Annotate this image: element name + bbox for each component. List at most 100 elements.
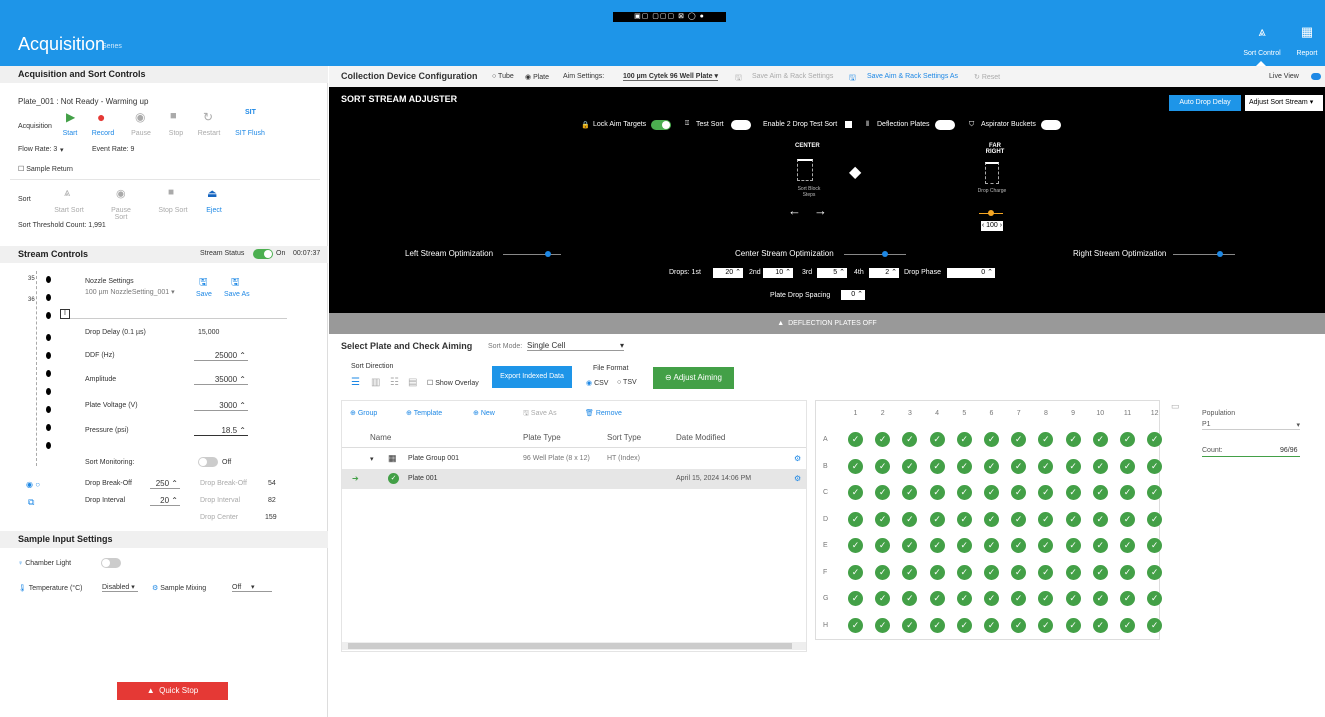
well-check-icon[interactable]: ✓ — [1092, 511, 1108, 527]
edit-icon[interactable]: ⧉ — [28, 497, 34, 508]
drop-3rd-input[interactable]: 5 ⌃ — [817, 268, 847, 278]
well-check-icon[interactable]: ✓ — [1120, 617, 1135, 633]
drop-breakoff-input[interactable]: 250 ⌃ — [150, 478, 180, 489]
well-check-icon[interactable]: ✓ — [984, 458, 999, 474]
right-stream-opt-slider[interactable] — [1173, 251, 1235, 257]
direction-rows-icon[interactable]: ☰ — [351, 377, 360, 388]
drop-4th-input[interactable]: 2 ⌃ — [869, 268, 899, 278]
right-stream-opt-knob[interactable] — [1217, 251, 1223, 257]
well-check-icon[interactable]: ✓ — [848, 564, 863, 580]
center-stream-opt-slider[interactable] — [844, 251, 906, 257]
save-aim-icon[interactable]: 🖫 — [735, 72, 742, 86]
drop-charge-value[interactable]: ‹ 100 › — [981, 221, 1003, 231]
save-aim-as-button[interactable]: Save Aim & Rack Settings As — [867, 73, 958, 80]
template-button[interactable]: ⊕ Template — [406, 409, 442, 417]
well-check-icon[interactable]: ✓ — [1038, 511, 1054, 527]
group-button[interactable]: ⊕ Group — [350, 409, 377, 417]
well-check-icon[interactable]: ✓ — [984, 432, 999, 447]
save-as-plate-button[interactable]: 🖫 Save As — [523, 409, 557, 420]
well-check-icon[interactable]: ✓ — [984, 511, 999, 527]
well-check-icon[interactable]: ✓ — [1092, 538, 1108, 553]
drop-2nd-input[interactable]: 10 ⌃ — [763, 268, 793, 278]
well-check-icon[interactable]: ✓ — [984, 564, 999, 580]
well-check-icon[interactable]: ✓ — [848, 538, 863, 553]
pause-sort-button[interactable]: Pause Sort — [104, 207, 138, 221]
pause-button[interactable]: Pause — [124, 130, 158, 137]
csv-radio[interactable]: ◉ CSV — [586, 379, 608, 387]
aim-settings-select[interactable]: 100 µm Cytek 96 Well Plate ▾ — [623, 72, 718, 81]
well-check-icon[interactable]: ✓ — [929, 564, 945, 580]
restart-icon[interactable]: ↻ — [203, 110, 213, 124]
flow-rate-chevron-icon[interactable]: ▾ — [60, 146, 64, 154]
arrow-right-icon[interactable]: → — [814, 203, 827, 218]
population-select[interactable]: P1 ▾ — [1202, 421, 1300, 430]
well-check-icon[interactable]: ✓ — [956, 432, 972, 447]
well-check-icon[interactable]: ✓ — [1011, 511, 1027, 527]
sort-monitoring-toggle[interactable] — [198, 457, 218, 467]
lock-aim-toggle[interactable] — [651, 120, 671, 130]
well-check-icon[interactable]: ✓ — [1011, 564, 1027, 580]
amplitude-input[interactable]: 35000 ⌃ — [194, 374, 248, 385]
well-check-icon[interactable]: ✓ — [956, 617, 972, 633]
horizontal-scrollbar[interactable] — [342, 642, 806, 650]
sit-flush-button[interactable]: SIT Flush — [233, 130, 267, 137]
folder-icon[interactable]: ▭ — [1171, 401, 1180, 412]
drop-interval-input[interactable]: 20 ⌃ — [150, 495, 180, 506]
well-check-icon[interactable]: ✓ — [1147, 511, 1163, 527]
well-check-icon[interactable]: ✓ — [1120, 564, 1135, 580]
plate-drop-spacing-input[interactable]: 0 ⌃ — [841, 290, 865, 300]
flow-rate[interactable]: Flow Rate: 3 — [18, 146, 57, 153]
col-header-name[interactable]: Name — [370, 433, 391, 442]
well-check-icon[interactable]: ✓ — [1038, 458, 1054, 474]
col-header-type[interactable]: Plate Type — [523, 433, 561, 442]
well-check-icon[interactable]: ✓ — [1120, 485, 1135, 500]
restart-button[interactable]: Restart — [192, 130, 226, 137]
save-icon[interactable]: 🖫 — [199, 275, 208, 292]
remove-button[interactable]: 🗑 Remove — [585, 409, 622, 417]
well-check-icon[interactable]: ✓ — [1038, 617, 1054, 633]
row-settings-icon[interactable]: ⚙ — [794, 474, 801, 483]
well-check-icon[interactable]: ✓ — [1038, 564, 1054, 580]
well-check-icon[interactable]: ✓ — [984, 617, 999, 633]
tube-radio[interactable]: ○ Tube — [492, 73, 514, 80]
tsv-radio[interactable]: ○ TSV — [617, 379, 637, 386]
well-check-icon[interactable]: ✓ — [1092, 432, 1108, 447]
direction-cols-icon[interactable]: ▥ — [371, 377, 380, 388]
pause-sort-icon[interactable]: ◉ — [116, 187, 126, 200]
well-check-icon[interactable]: ✓ — [984, 485, 999, 500]
chamber-light-toggle[interactable] — [101, 558, 121, 568]
well-check-icon[interactable]: ✓ — [1092, 485, 1108, 500]
quick-stop-button[interactable]: ▲ Quick Stop — [117, 682, 228, 700]
well-check-icon[interactable]: ✓ — [875, 458, 891, 474]
well-check-icon[interactable]: ✓ — [929, 617, 945, 633]
well-check-icon[interactable]: ✓ — [956, 564, 972, 580]
direction-snake-icon[interactable]: ☷ — [390, 377, 399, 388]
well-check-icon[interactable]: ✓ — [1065, 617, 1081, 633]
eject-button[interactable]: Eject — [197, 207, 231, 214]
stop-icon[interactable]: ■ — [170, 110, 177, 122]
export-indexed-button[interactable]: Export Indexed Data — [492, 366, 572, 388]
well-check-icon[interactable]: ✓ — [1065, 511, 1081, 527]
reset-button[interactable]: ↻ Reset — [974, 73, 1000, 81]
start-icon[interactable]: ▶ — [66, 110, 75, 124]
drop-phase-input[interactable]: 0 ⌃ — [947, 268, 995, 278]
well-check-icon[interactable]: ✓ — [956, 591, 972, 606]
well-check-icon[interactable]: ✓ — [848, 432, 863, 447]
well-check-icon[interactable]: ✓ — [1120, 591, 1135, 606]
well-check-icon[interactable]: ✓ — [1065, 432, 1081, 447]
well-check-icon[interactable]: ✓ — [984, 538, 999, 553]
well-check-icon[interactable]: ✓ — [1120, 458, 1135, 474]
save-aim-button[interactable]: Save Aim & Rack Settings — [752, 73, 833, 80]
well-check-icon[interactable]: ✓ — [1011, 458, 1027, 474]
col-header-date[interactable]: Date Modified — [676, 433, 725, 442]
well-check-icon[interactable]: ✓ — [956, 485, 972, 500]
well-check-icon[interactable]: ✓ — [1147, 564, 1163, 580]
well-check-icon[interactable]: ✓ — [929, 458, 945, 474]
pressure-input[interactable]: 18.5 ⌃ — [194, 425, 248, 436]
well-check-icon[interactable]: ✓ — [929, 432, 945, 447]
well-check-icon[interactable]: ✓ — [902, 511, 918, 527]
nav-report[interactable]: ▦ Report — [1283, 24, 1325, 57]
view-radio[interactable]: ◉ ○ — [26, 480, 40, 489]
well-check-icon[interactable]: ✓ — [956, 511, 972, 527]
well-check-icon[interactable]: ✓ — [1092, 617, 1108, 633]
